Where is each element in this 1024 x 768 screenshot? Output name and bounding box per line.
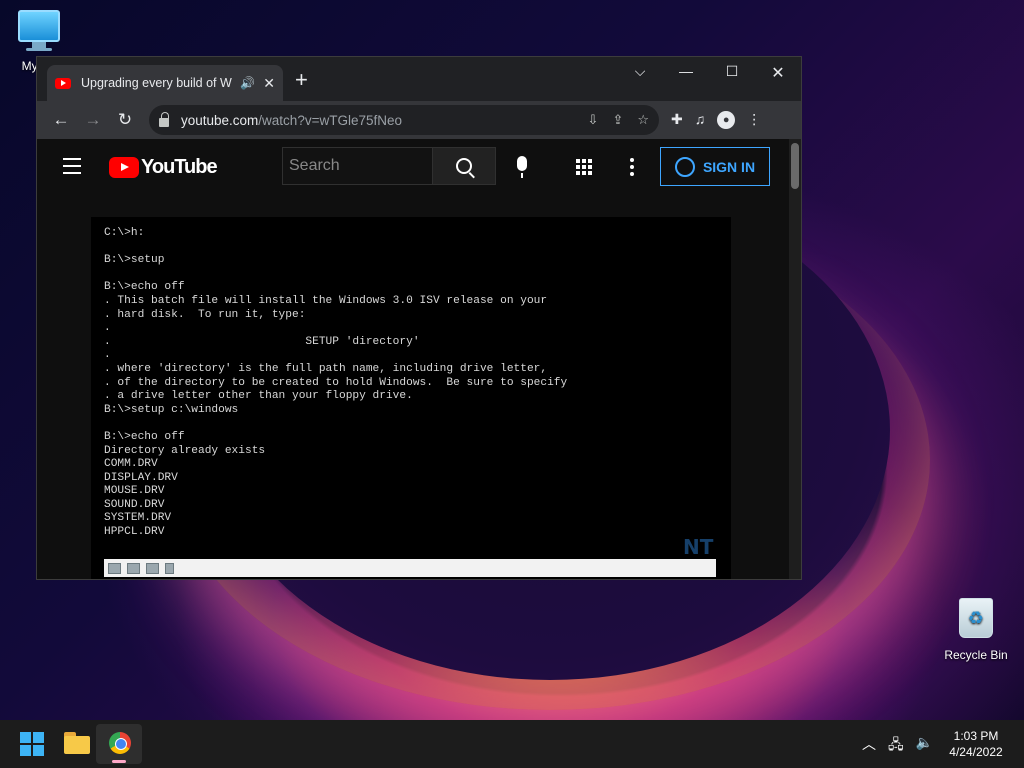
apps-grid-icon[interactable] — [576, 159, 592, 175]
start-button[interactable] — [20, 732, 44, 756]
sign-in-button[interactable]: SIGN IN — [660, 147, 770, 186]
youtube-favicon-icon — [55, 77, 71, 89]
disk-icon — [146, 562, 159, 574]
monitor-base — [26, 48, 52, 51]
dos-line: B:\>echo off — [104, 281, 185, 294]
close-window-button[interactable]: ✕ — [763, 63, 793, 83]
share-icon[interactable]: ⇪ — [612, 112, 623, 128]
hamburger-menu-icon[interactable] — [63, 158, 81, 179]
back-button[interactable]: ← — [45, 110, 77, 130]
dos-line: MOUSE.DRV — [104, 485, 165, 498]
youtube-play-icon — [109, 157, 139, 178]
address-bar[interactable]: youtube.com/watch?v=wTGle75fNeo ⇩ ⇪ ☆ — [149, 105, 659, 135]
dos-line — [104, 241, 724, 255]
url-host: youtube.com — [181, 112, 259, 128]
taskbar-chrome-button[interactable] — [96, 724, 142, 764]
sound-icon — [165, 562, 174, 574]
clock-date: 4/24/2022 — [949, 745, 1003, 759]
dos-line: SOUND.DRV — [104, 498, 165, 511]
reload-button[interactable]: ↻ — [109, 110, 141, 130]
dos-line: DISPLAY.DRV — [104, 471, 178, 484]
dos-line: B:\>setup c:\windows — [104, 403, 239, 416]
dos-line: . of the directory to be created to hold… — [104, 376, 568, 389]
dos-console-text: C:\>h: B:\>setup B:\>echo off. This batc… — [104, 227, 724, 567]
video-player[interactable]: C:\>h: B:\>setup B:\>echo off. This batc… — [91, 217, 731, 579]
forward-button[interactable]: → — [77, 110, 109, 130]
dos-status-bar — [104, 559, 716, 577]
minimize-button[interactable]: — — [671, 63, 701, 79]
desktop-icon-recycle-bin[interactable]: ♻ Recycle Bin — [940, 598, 1012, 662]
dos-line: COMM.DRV — [104, 458, 158, 471]
toolbar-actions: ✚ ♫ ● ⋮ — [671, 111, 761, 129]
youtube-logo[interactable]: YouTube — [109, 156, 218, 179]
title-bar: Upgrading every build of Wi 🔊 ✕ + ⌵ — ☐ … — [37, 57, 801, 101]
system-tray: ︿ 🖧 🔈 — [862, 734, 933, 758]
monitor-icon — [18, 10, 60, 42]
window-icon — [108, 562, 121, 574]
network-icon[interactable]: 🖧 — [888, 734, 904, 758]
dos-line: . — [104, 349, 111, 362]
extensions-icon[interactable]: ✚ — [671, 111, 683, 129]
url-path: /watch?v=wTGle75fNeo — [258, 112, 402, 128]
search-input[interactable]: Search — [282, 147, 432, 185]
chrome-window: Upgrading every build of Wi 🔊 ✕ + ⌵ — ☐ … — [36, 56, 802, 580]
profile-icon[interactable]: ● — [717, 111, 736, 129]
sign-in-label: SIGN IN — [702, 158, 756, 175]
dos-line: B:\>setup — [104, 254, 165, 267]
star-icon[interactable]: ☆ — [637, 112, 649, 128]
youtube-logo-text: YouTube — [141, 156, 218, 178]
dos-line: C:\>h: — [104, 227, 145, 239]
dos-line: . SETUP 'directory' — [104, 335, 420, 348]
page-scrollbar[interactable] — [789, 139, 801, 579]
channel-watermark: NT — [683, 535, 714, 559]
dos-line: HPPCL.DRV — [104, 526, 165, 539]
omnibox-actions: ⇩ ⇪ ☆ — [588, 112, 649, 128]
maximize-button[interactable]: ☐ — [717, 63, 747, 80]
menu-icon[interactable]: ⋮ — [747, 111, 761, 129]
dos-line: . a drive letter other than your floppy … — [104, 390, 413, 403]
dos-line — [104, 268, 724, 282]
tab-close-icon[interactable]: ✕ — [263, 75, 275, 92]
dos-line: . — [104, 322, 111, 335]
dos-line: SYSTEM.DRV — [104, 512, 172, 525]
desktop-icon-label: Recycle Bin — [944, 648, 1008, 662]
media-icon[interactable]: ♫ — [695, 111, 706, 129]
install-icon[interactable]: ⇩ — [588, 112, 599, 128]
file-explorer-icon[interactable] — [64, 732, 90, 754]
microphone-icon[interactable] — [517, 156, 527, 178]
taskbar: ︿ 🖧 🔈 1:03 PM 4/24/2022 — [0, 720, 1024, 768]
tab-search-button[interactable]: ⌵ — [625, 63, 655, 80]
new-tab-button[interactable]: + — [295, 69, 308, 91]
dos-line: B:\>echo off — [104, 430, 185, 443]
lock-icon[interactable] — [159, 111, 169, 127]
browser-toolbar: ← → ↻ youtube.com/watch?v=wTGle75fNeo ⇩ … — [37, 101, 801, 139]
recycle-bin-icon: ♻ — [959, 598, 993, 638]
tab-title: Upgrading every build of Wi — [81, 76, 233, 90]
chevron-up-icon[interactable]: ︿ — [862, 734, 876, 758]
chrome-icon — [109, 732, 131, 754]
search-button[interactable] — [432, 147, 496, 185]
browser-tab[interactable]: Upgrading every build of Wi 🔊 ✕ — [47, 65, 283, 101]
youtube-header: YouTube Search SIGN IN — [37, 139, 787, 195]
account-icon — [674, 156, 695, 177]
speaker-icon[interactable]: 🔊 — [240, 76, 255, 90]
dos-line: . hard disk. To run it, type: — [104, 308, 306, 321]
image-icon — [127, 562, 140, 574]
dos-line — [104, 540, 724, 554]
dos-line: Directory already exists — [104, 444, 266, 457]
volume-icon[interactable]: 🔈 — [916, 734, 933, 758]
active-indicator — [112, 760, 126, 763]
clock[interactable]: 1:03 PM 4/24/2022 — [940, 728, 1012, 760]
scrollbar-thumb[interactable] — [791, 143, 799, 189]
dos-line: . where 'directory' is the full path nam… — [104, 362, 548, 375]
clock-time: 1:03 PM — [953, 729, 999, 743]
settings-menu-icon[interactable] — [630, 158, 634, 179]
search-icon — [456, 158, 472, 174]
dos-line — [104, 417, 724, 431]
youtube-page: YouTube Search SIGN IN C:\>h: B:\>setup … — [37, 139, 787, 579]
dos-line: . This batch file will install the Windo… — [104, 294, 548, 307]
